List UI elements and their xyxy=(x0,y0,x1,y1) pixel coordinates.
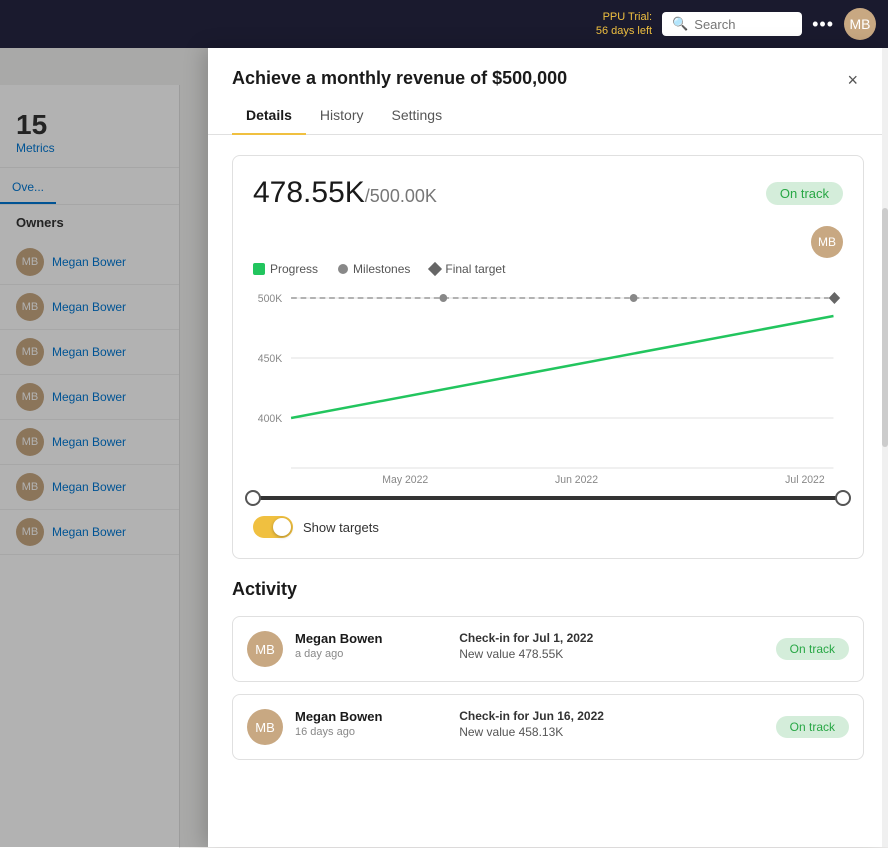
activity-check-title: Check-in for Jul 1, 2022 xyxy=(459,631,763,645)
svg-text:Jun 2022: Jun 2022 xyxy=(555,474,598,486)
activity-time: 16 days ago xyxy=(295,726,447,738)
tab-settings[interactable]: Settings xyxy=(377,97,456,135)
search-box[interactable]: 🔍 xyxy=(662,12,802,36)
search-input[interactable] xyxy=(694,17,794,32)
main-layout: 15 Metrics Ove... Owners MB Megan Bower … xyxy=(0,85,888,848)
show-targets-label: Show targets xyxy=(303,520,379,535)
toggle-knob xyxy=(273,518,291,536)
chart-svg: 500K 450K 400K xyxy=(253,288,843,488)
metric-value-section: 478.55K/500.00K On track MB Progress xyxy=(232,155,864,559)
legend-progress-label: Progress xyxy=(270,262,318,276)
svg-text:450K: 450K xyxy=(258,353,283,365)
final-target-icon xyxy=(428,262,442,276)
metric-value-display: 478.55K/500.00K xyxy=(253,176,437,210)
progress-icon xyxy=(253,263,265,275)
trial-line1: PPU Trial: xyxy=(596,10,652,24)
modal-body: 478.55K/500.00K On track MB Progress xyxy=(208,135,888,847)
svg-text:500K: 500K xyxy=(258,293,283,305)
chart-user-avatar: MB xyxy=(811,226,843,258)
activity-item: MB Megan Bowen a day ago Check-in for Ju… xyxy=(232,616,864,682)
slider-right-handle[interactable] xyxy=(835,490,851,506)
svg-text:400K: 400K xyxy=(258,413,283,425)
legend-final-target: Final target xyxy=(430,262,505,276)
modal-overlay: Achieve a monthly revenue of $500,000 × … xyxy=(0,48,888,847)
activity-user-name: Megan Bowen xyxy=(295,709,447,724)
current-value: 478.55K xyxy=(253,176,365,209)
user-avatar[interactable]: MB xyxy=(844,8,876,40)
activity-check-title: Check-in for Jun 16, 2022 xyxy=(459,709,763,723)
modal-title: Achieve a monthly revenue of $500,000 xyxy=(232,68,567,89)
tab-details[interactable]: Details xyxy=(232,97,306,135)
slider-left-handle[interactable] xyxy=(245,490,261,506)
legend-milestones: Milestones xyxy=(338,262,410,276)
activity-status-badge: On track xyxy=(776,638,849,660)
svg-text:Jul 2022: Jul 2022 xyxy=(785,474,825,486)
activity-info: Megan Bowen a day ago xyxy=(295,631,447,660)
show-targets-row: Show targets xyxy=(253,516,843,538)
more-options-button[interactable]: ••• xyxy=(812,14,834,35)
activity-check: Check-in for Jul 1, 2022 New value 478.5… xyxy=(459,631,763,661)
svg-text:May 2022: May 2022 xyxy=(382,474,428,486)
target-value: 500.00K xyxy=(370,186,437,206)
modal-scrollbar[interactable] xyxy=(882,48,888,847)
activity-check: Check-in for Jun 16, 2022 New value 458.… xyxy=(459,709,763,739)
modal-close-button[interactable]: × xyxy=(841,68,864,93)
activity-info: Megan Bowen 16 days ago xyxy=(295,709,447,738)
legend-milestones-label: Milestones xyxy=(353,262,410,276)
time-range-slider[interactable] xyxy=(253,496,843,500)
show-targets-toggle[interactable] xyxy=(253,516,293,538)
legend-progress: Progress xyxy=(253,262,318,276)
tab-history[interactable]: History xyxy=(306,97,378,135)
slider-track xyxy=(253,496,843,500)
activity-header: Activity xyxy=(232,579,864,600)
status-badge: On track xyxy=(766,182,843,205)
activity-check-value: New value 458.13K xyxy=(459,725,763,739)
activity-status-badge: On track xyxy=(776,716,849,738)
trial-info: PPU Trial: 56 days left xyxy=(596,10,652,39)
topbar: PPU Trial: 56 days left 🔍 ••• MB xyxy=(0,0,888,48)
milestones-icon xyxy=(338,264,348,274)
metric-main-value: 478.55K/500.00K On track xyxy=(253,176,843,210)
modal-scrollbar-thumb xyxy=(882,208,888,448)
activity-section: Activity MB Megan Bowen a day ago Check-… xyxy=(232,579,864,760)
activity-time: a day ago xyxy=(295,648,447,660)
modal-panel: Achieve a monthly revenue of $500,000 × … xyxy=(208,48,888,847)
chart-legend: Progress Milestones Final target xyxy=(253,262,843,276)
modal-header: Achieve a monthly revenue of $500,000 × xyxy=(208,48,888,93)
trial-line2: 56 days left xyxy=(596,24,652,38)
avatar: MB xyxy=(247,709,283,745)
legend-final-target-label: Final target xyxy=(445,262,505,276)
modal-tabs: Details History Settings xyxy=(208,97,888,135)
activity-user-name: Megan Bowen xyxy=(295,631,447,646)
activity-item: MB Megan Bowen 16 days ago Check-in for … xyxy=(232,694,864,760)
chart-area: 500K 450K 400K xyxy=(253,288,843,488)
avatar: MB xyxy=(247,631,283,667)
activity-check-value: New value 478.55K xyxy=(459,647,763,661)
search-icon: 🔍 xyxy=(672,16,688,32)
